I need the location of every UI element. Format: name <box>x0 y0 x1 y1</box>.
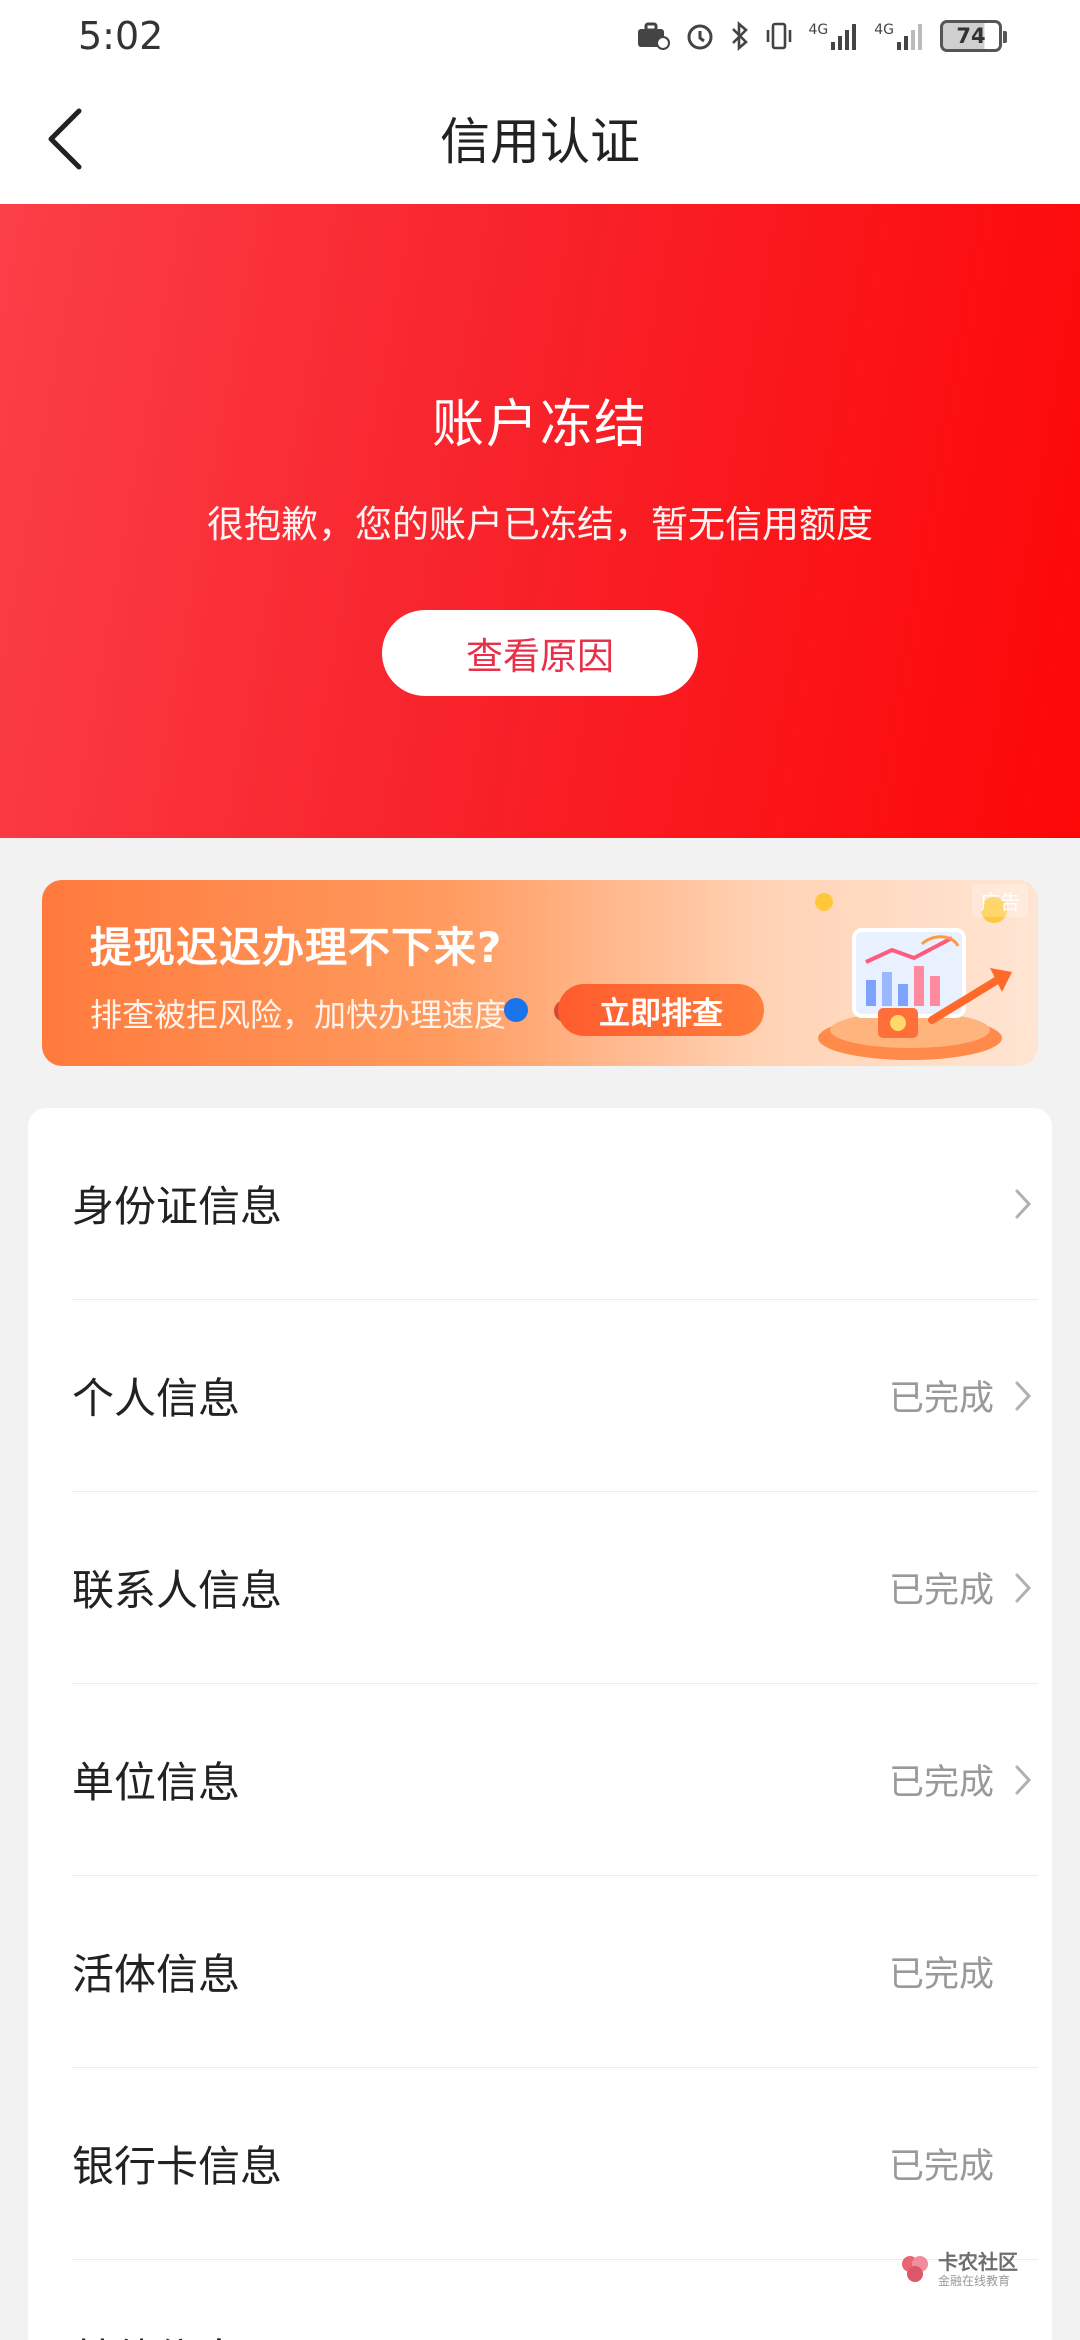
battery-icon: 74 <box>940 20 1007 52</box>
list-item-label: 其他信息 <box>72 2326 240 2340</box>
watermark: 卡农社区 金融在线教育 <box>898 2246 1048 2292</box>
bluetooth-icon <box>730 20 750 52</box>
network-label-2: 4G <box>874 22 894 38</box>
list-item-employer-info[interactable]: 单位信息 已完成 <box>72 1684 1038 1876</box>
list-item-status: 已完成 <box>888 1955 994 1995</box>
touch-indicator-dot <box>504 998 528 1022</box>
chevron-right-icon <box>1008 1184 1038 1224</box>
list-item-label: 身份证信息 <box>72 1182 283 1231</box>
list-item-label: 单位信息 <box>72 1758 241 1807</box>
status-icons: 4G 4G 74 <box>636 20 1007 52</box>
list-item-label: 个人信息 <box>72 1374 241 1423</box>
list-item-contact-info[interactable]: 联系人信息 已完成 <box>72 1492 1038 1684</box>
ad-title: 提现迟迟办理不下来? <box>90 923 503 972</box>
list-item-id-card[interactable]: 身份证信息 <box>72 1108 1038 1300</box>
hero-subtitle: 很抱歉，您的账户已冻结，暂无信用额度 <box>207 503 873 546</box>
check-now-button[interactable]: 立即排查 <box>558 984 764 1036</box>
hero-title: 账户冻结 <box>431 395 648 455</box>
chevron-right-icon <box>1008 1376 1038 1416</box>
list-item-label: 银行卡信息 <box>72 2142 283 2191</box>
ad-subtitle: 排查被拒风险，加快办理速度 <box>90 996 507 1034</box>
status-time: 5:02 <box>78 14 164 58</box>
view-reason-button[interactable]: 查看原因 <box>382 610 698 696</box>
list-item-status: 已完成 <box>888 2147 994 2187</box>
back-button[interactable] <box>30 104 100 174</box>
chevron-left-icon <box>48 108 82 170</box>
list-item-personal-info[interactable]: 个人信息 已完成 <box>72 1300 1038 1492</box>
list-item-status: 已完成 <box>889 2331 994 2340</box>
signal-icon-2: 4G <box>874 22 926 50</box>
ad-banner[interactable]: 提现迟迟办理不下来? 排查被拒风险，加快办理速度 立即排查 广告 <box>42 880 1038 1066</box>
battery-level: 74 <box>956 24 986 48</box>
list-item-liveness-info[interactable]: 活体信息 已完成 <box>72 1876 1038 2068</box>
ad-tag: 广告 <box>972 884 1028 917</box>
list-item-label: 活体信息 <box>72 1950 241 1999</box>
briefcase-icon <box>636 21 671 51</box>
chevron-right-icon <box>1008 1568 1038 1608</box>
vibrate-icon <box>764 20 794 52</box>
list-item-status: 已完成 <box>888 1571 994 1611</box>
signal-icon-1: 4G <box>808 22 860 50</box>
watermark-subtext: 金融在线教育 <box>938 2273 1011 2288</box>
list-item-bank-card-info[interactable]: 银行卡信息 已完成 <box>72 2068 1038 2260</box>
page-title: 信用认证 <box>440 113 640 171</box>
list-item-other-info[interactable]: 其他信息 已完成 <box>72 2260 1038 2340</box>
frozen-account-banner: 账户冻结 很抱歉，您的账户已冻结，暂无信用额度 查看原因 <box>0 204 1080 838</box>
list-item-status: 已完成 <box>888 1763 994 1803</box>
nav-bar: 信用认证 <box>0 72 1080 204</box>
chevron-right-icon <box>1008 1760 1038 1800</box>
list-item-label: 联系人信息 <box>72 1566 283 1615</box>
status-bar: 5:02 4G 4G 74 <box>0 0 1080 72</box>
watermark-text: 卡农社区 <box>938 2249 1018 2274</box>
network-label-1: 4G <box>808 22 829 38</box>
certification-list: 身份证信息 个人信息 已完成 联系人信息 已完成 单位信息 已完成 活体信息 已… <box>28 1108 1052 2340</box>
watermark-logo-icon <box>902 2256 928 2282</box>
alarm-icon <box>684 20 716 52</box>
list-item-status: 已完成 <box>888 1379 994 1419</box>
